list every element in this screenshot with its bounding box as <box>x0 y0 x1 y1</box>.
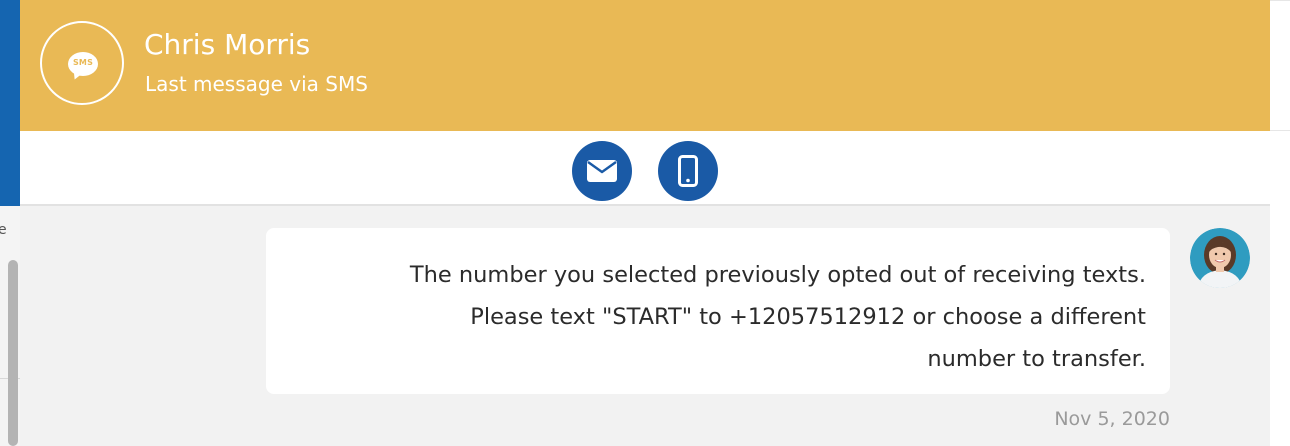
sms-badge-label: SMS <box>72 58 94 67</box>
message-bubble: The number you selected previously opted… <box>266 228 1170 394</box>
divider <box>1270 130 1290 131</box>
last-message-channel: Last message via SMS <box>145 72 368 96</box>
contact-avatar: SMS <box>40 21 124 105</box>
contact-header: SMS Chris Morris Last message via SMS <box>20 0 1270 131</box>
conversation-thread: The number you selected previously opted… <box>20 206 1270 446</box>
email-button[interactable] <box>572 141 632 201</box>
divider <box>1270 0 1290 1</box>
mobile-phone-icon <box>678 155 698 187</box>
agent-avatar <box>1190 228 1250 288</box>
contact-name: Chris Morris <box>144 28 311 61</box>
message-line: Please text "START" to +12057512912 or c… <box>470 304 1146 330</box>
message-line: number to transfer. <box>927 346 1146 372</box>
message-line: The number you selected previously opted… <box>409 262 1146 288</box>
scrollbar-thumb[interactable] <box>8 260 18 446</box>
background-app-text-fragment: e <box>0 222 7 238</box>
message-timestamp: Nov 5, 2020 <box>1054 408 1170 430</box>
contact-action-bar <box>20 131 1270 206</box>
background-app-right-edge <box>1270 0 1290 446</box>
background-app-blue-bar <box>0 0 20 206</box>
envelope-icon <box>587 160 617 182</box>
background-app-edge: e <box>0 0 20 446</box>
sms-bubble-tail <box>70 69 84 82</box>
sms-button[interactable] <box>658 141 718 201</box>
